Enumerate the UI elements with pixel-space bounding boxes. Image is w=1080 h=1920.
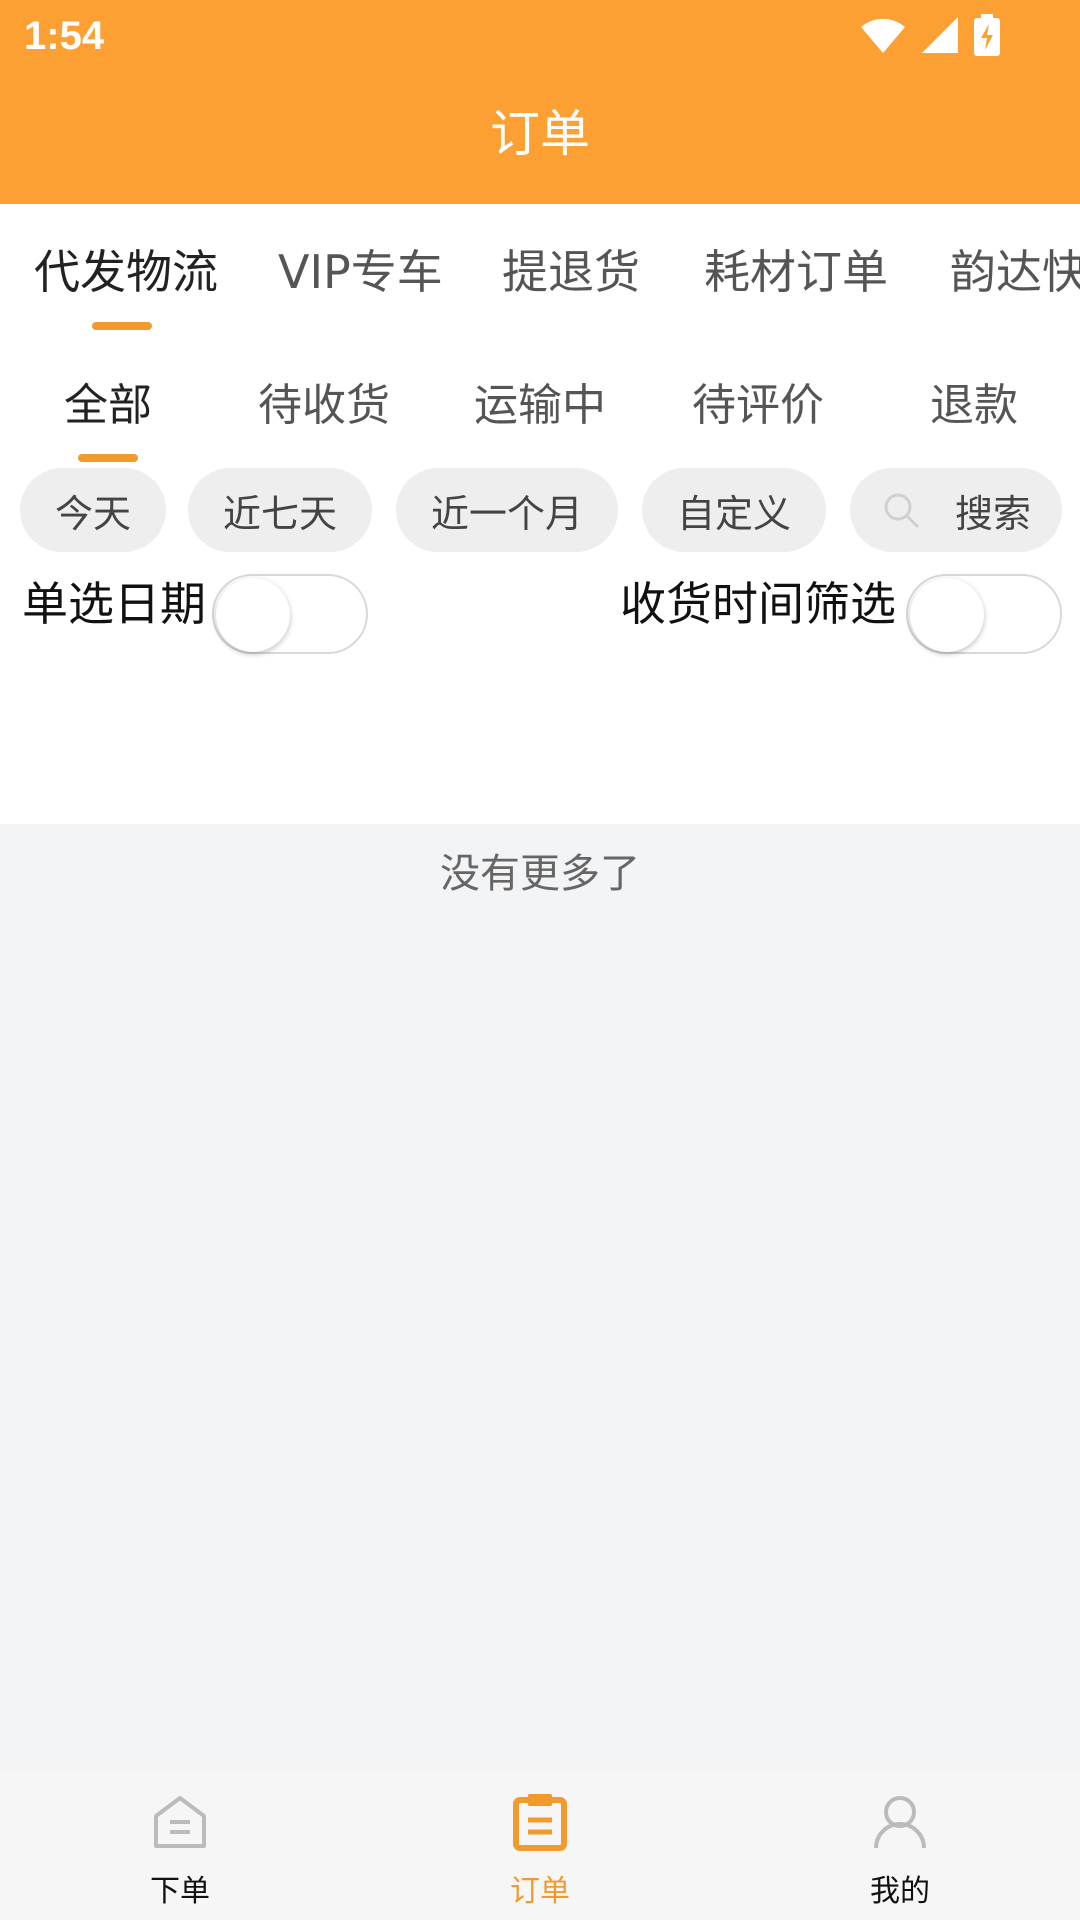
search-button[interactable]: 搜索 bbox=[850, 468, 1062, 552]
page-title: 订单 bbox=[490, 105, 590, 163]
subtab-pending-review[interactable]: 待评价 bbox=[692, 374, 824, 438]
tab-haocai-dingdan[interactable]: 耗材订单 bbox=[704, 240, 888, 304]
nav-label: 我的 bbox=[870, 1874, 930, 1909]
nav-mine[interactable]: 我的 bbox=[720, 1770, 1080, 1920]
nav-label: 订单 bbox=[510, 1874, 570, 1909]
chip-last-month[interactable]: 近一个月 bbox=[396, 468, 618, 552]
battery-charging-icon bbox=[974, 14, 1000, 56]
status-time: 1:54 bbox=[24, 14, 105, 58]
nav-place-order[interactable]: 下单 bbox=[0, 1770, 360, 1920]
category-tab-indicator bbox=[92, 322, 152, 330]
filter-toggles: 单选日期 收货时间筛选 bbox=[0, 564, 1080, 824]
receive-time-filter-switch[interactable] bbox=[906, 574, 1062, 654]
switch-knob bbox=[216, 578, 290, 652]
chip-today[interactable]: 今天 bbox=[20, 468, 166, 552]
single-date-switch[interactable] bbox=[212, 574, 368, 654]
chip-last-7-days[interactable]: 近七天 bbox=[188, 468, 372, 552]
receive-time-filter-label: 收货时间筛选 bbox=[620, 577, 896, 631]
tab-vip-zhuanche[interactable]: VIP专车 bbox=[278, 240, 443, 304]
wifi-icon bbox=[861, 18, 905, 53]
subtab-all[interactable]: 全部 bbox=[64, 374, 152, 438]
tab-yunda-kuai[interactable]: 韵达快 bbox=[950, 240, 1080, 304]
status-icons bbox=[860, 14, 1000, 56]
signal-icon bbox=[922, 17, 958, 53]
status-tabs: 全部 待收货 运输中 待评价 退款 bbox=[0, 334, 1080, 464]
app-header: 1:54 订单 bbox=[0, 0, 1080, 204]
no-more-text: 没有更多了 bbox=[440, 851, 640, 897]
tab-tituihuo[interactable]: 提退货 bbox=[502, 240, 640, 304]
status-tab-indicator bbox=[78, 454, 138, 462]
home-icon bbox=[154, 1796, 206, 1848]
switch-knob bbox=[910, 578, 984, 652]
single-date-label: 单选日期 bbox=[22, 577, 206, 631]
subtab-pending-receipt[interactable]: 待收货 bbox=[258, 374, 390, 438]
user-icon bbox=[874, 1796, 926, 1849]
nav-label: 下单 bbox=[150, 1874, 210, 1909]
search-icon bbox=[884, 493, 919, 528]
nav-orders[interactable]: 订单 bbox=[360, 1770, 720, 1920]
bottom-nav: 下单 订单 我的 bbox=[0, 1770, 1080, 1920]
subtab-refund[interactable]: 退款 bbox=[930, 374, 1018, 438]
category-tabs: 代发物流 VIP专车 提退货 耗材订单 韵达快 bbox=[0, 204, 1080, 334]
clipboard-icon bbox=[513, 1794, 567, 1851]
chip-custom[interactable]: 自定义 bbox=[642, 468, 826, 552]
tab-daifa-wuliu[interactable]: 代发物流 bbox=[34, 240, 218, 304]
search-label: 搜索 bbox=[954, 491, 1031, 536]
date-filter-chips: 今天 近七天 近一个月 自定义 搜索 bbox=[0, 464, 1080, 564]
subtab-in-transit[interactable]: 运输中 bbox=[474, 374, 606, 438]
